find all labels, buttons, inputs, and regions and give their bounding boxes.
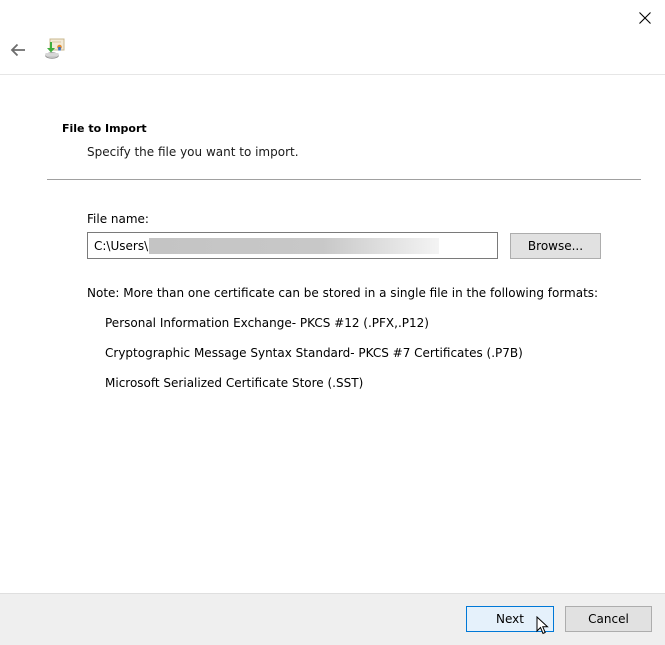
formats-note: Note: More than one certificate can be s… <box>87 286 599 300</box>
page-title: File to Import <box>62 122 147 135</box>
back-arrow-icon <box>10 43 25 57</box>
format-item: Personal Information Exchange- PKCS #12 … <box>105 316 429 330</box>
next-button[interactable]: Next <box>466 606 554 632</box>
back-button[interactable] <box>7 40 29 60</box>
close-button[interactable] <box>632 6 658 30</box>
browse-button[interactable]: Browse... <box>510 233 601 259</box>
cancel-button[interactable]: Cancel <box>565 606 652 632</box>
page-subtitle: Specify the file you want to import. <box>87 145 299 159</box>
file-name-input[interactable]: C:\Users\ <box>87 232 498 259</box>
format-item: Microsoft Serialized Certificate Store (… <box>105 376 364 390</box>
redacted-path <box>149 237 440 254</box>
content-divider <box>47 179 641 180</box>
close-icon <box>639 12 651 24</box>
certificate-import-icon <box>45 38 65 59</box>
file-name-value: C:\Users\ <box>94 238 149 253</box>
format-item: Cryptographic Message Syntax Standard- P… <box>105 346 523 360</box>
certificate-import-wizard: File to Import Specify the file you want… <box>0 0 665 645</box>
header-divider <box>0 74 665 75</box>
file-name-label: File name: <box>87 212 149 226</box>
